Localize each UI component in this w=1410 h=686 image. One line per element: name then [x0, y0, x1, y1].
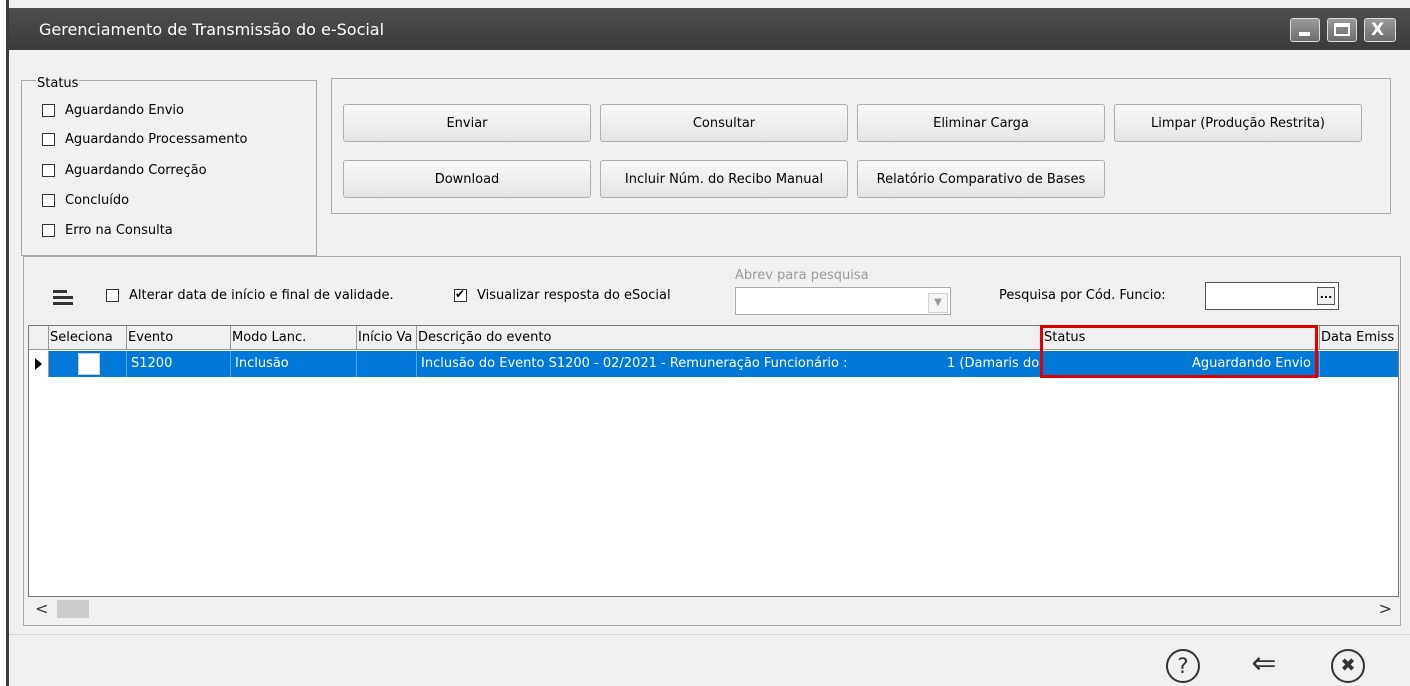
alterar-data-option[interactable]: Alterar data de início e final de valida… — [106, 286, 394, 304]
cell-descricao-extra: 1 (Damaris do — [947, 356, 1040, 371]
cell-data-emissao — [1320, 351, 1398, 377]
alterar-data-checkbox[interactable] — [106, 288, 119, 302]
eliminar-carga-button[interactable]: Eliminar Carga — [857, 104, 1105, 142]
cell-descricao: Inclusão do Evento S1200 - 02/2021 - Rem… — [417, 351, 1043, 377]
horizontal-scrollbar[interactable]: < > — [29, 597, 1398, 621]
status-aguardando-correcao-checkbox[interactable] — [42, 163, 55, 177]
ellipsis-icon[interactable]: ... — [1317, 287, 1335, 305]
status-erro-consulta[interactable]: Erro na Consulta — [42, 221, 173, 239]
window-close-button[interactable]: X — [1364, 18, 1396, 42]
header-indicator — [29, 326, 49, 350]
limpar-producao-restrita-button[interactable]: Limpar (Produção Restrita) — [1114, 104, 1362, 142]
cell-modo-lanc: Inclusão — [231, 351, 357, 377]
column-header-data-emissao[interactable]: Data Emiss — [1320, 326, 1398, 350]
status-highlight-box — [1040, 325, 1318, 378]
esocial-window: Gerenciamento de Transmissão do e-Social… — [9, 0, 1410, 686]
scroll-left-icon[interactable]: < — [35, 599, 48, 618]
status-aguardando-processamento[interactable]: Aguardando Processamento — [42, 130, 248, 148]
abrev-pesquisa-combo[interactable]: ▼ — [735, 287, 951, 315]
title-bar[interactable]: Gerenciamento de Transmissão do e-Social… — [9, 8, 1410, 50]
pesquisa-cod-funcio-label: Pesquisa por Cód. Funcio: — [999, 288, 1166, 303]
status-legend: Status — [36, 76, 80, 91]
status-aguardando-envio-checkbox[interactable] — [42, 103, 55, 117]
status-option-label: Concluído — [65, 192, 130, 208]
close-circle-icon[interactable]: ✖ — [1331, 649, 1365, 683]
cell-evento: S1200 — [127, 351, 231, 377]
window-title: Gerenciamento de Transmissão do e-Social — [39, 20, 385, 39]
cell-inicio-validade — [357, 351, 417, 377]
relatorio-comparativo-button[interactable]: Relatório Comparativo de Bases — [857, 160, 1105, 198]
column-header-seleciona[interactable]: Seleciona — [49, 326, 127, 350]
column-header-modo-lanc[interactable]: Modo Lanc. — [231, 326, 357, 350]
abrev-pesquisa-label: Abrev para pesquisa — [735, 268, 869, 283]
scroll-right-icon[interactable]: > — [1379, 599, 1392, 618]
pesquisa-cod-funcio-input[interactable]: ... — [1205, 282, 1339, 310]
maximize-button[interactable] — [1327, 18, 1357, 42]
consultar-button[interactable]: Consultar — [600, 104, 848, 142]
alterar-data-label: Alterar data de início e final de valida… — [129, 287, 394, 303]
row-select-checkbox[interactable] — [78, 353, 100, 375]
background-window-edge — [0, 0, 9, 686]
visualizar-resposta-label: Visualizar resposta do eSocial — [477, 287, 671, 303]
column-header-evento[interactable]: Evento — [127, 326, 231, 350]
status-concluido[interactable]: Concluído — [42, 191, 129, 209]
maximize-icon — [1334, 23, 1350, 36]
download-button[interactable]: Download — [343, 160, 591, 198]
close-x-icon: X — [1371, 20, 1385, 40]
status-option-label: Aguardando Correção — [65, 162, 207, 178]
status-erro-consulta-checkbox[interactable] — [42, 223, 55, 237]
back-arrow-icon[interactable]: ⇐ — [1247, 649, 1281, 683]
visualizar-resposta-checkbox[interactable] — [454, 287, 467, 302]
cell-descricao-text: Inclusão do Evento S1200 - 02/2021 - Rem… — [421, 356, 848, 371]
status-aguardando-processamento-checkbox[interactable] — [42, 132, 55, 146]
column-header-descricao[interactable]: Descrição do evento — [417, 326, 1043, 350]
minimize-button[interactable] — [1290, 18, 1320, 42]
status-aguardando-envio[interactable]: Aguardando Envio — [42, 101, 184, 119]
help-icon[interactable]: ? — [1166, 649, 1200, 683]
status-concluido-checkbox[interactable] — [42, 193, 55, 207]
row-indicator-icon — [29, 351, 49, 377]
status-option-label: Aguardando Processamento — [65, 131, 248, 147]
footer-bar — [9, 634, 1410, 686]
enviar-button[interactable]: Enviar — [343, 104, 591, 142]
visualizar-resposta-option[interactable]: Visualizar resposta do eSocial — [454, 286, 671, 304]
status-aguardando-correcao[interactable]: Aguardando Correção — [42, 161, 207, 179]
status-option-label: Erro na Consulta — [65, 222, 173, 238]
column-header-inicio-validade[interactable]: Início Va — [357, 326, 417, 350]
scroll-thumb[interactable] — [57, 600, 89, 618]
column-options-icon[interactable] — [53, 286, 75, 306]
incluir-recibo-manual-button[interactable]: Incluir Núm. do Recibo Manual — [600, 160, 848, 198]
minimize-icon — [1299, 32, 1310, 36]
chevron-down-icon[interactable]: ▼ — [928, 293, 948, 313]
status-option-label: Aguardando Envio — [65, 102, 184, 118]
